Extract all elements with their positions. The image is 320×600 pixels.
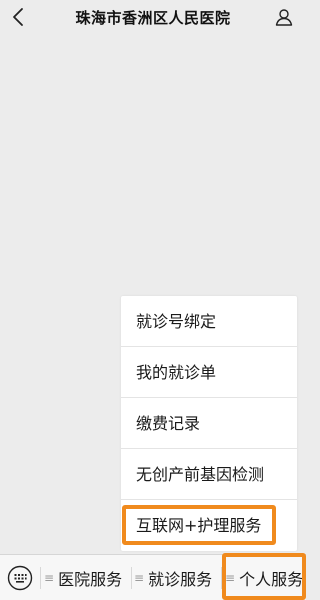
menu-item-nipt[interactable]: 无创产前基因检测	[121, 449, 297, 500]
page-title: 珠海市香洲区人民医院	[75, 9, 231, 27]
submenu-popup: 就诊号绑定 我的就诊单 缴费记录 无创产前基因检测 互联网+护理服务	[121, 296, 297, 551]
menu-lines-icon: ≡	[225, 570, 236, 585]
keyboard-icon	[7, 565, 33, 591]
divider	[131, 567, 132, 589]
tab-label: 个人服务	[239, 569, 304, 589]
menu-item-my-visit-records[interactable]: 我的就诊单	[121, 347, 297, 398]
menu-lines-icon: ≡	[44, 570, 55, 585]
tab-label: 医院服务	[58, 569, 123, 589]
menu-lines-icon: ≡	[134, 570, 145, 585]
menu-item-internet-nursing[interactable]: 互联网+护理服务	[121, 500, 297, 551]
divider	[40, 567, 41, 589]
keyboard-toggle-button[interactable]	[6, 564, 34, 592]
bottom-menu-bar: ≡ 医院服务 ≡ 就诊服务 ≡ 个人服务	[0, 554, 306, 600]
tab-hospital-services[interactable]: ≡ 医院服务	[44, 555, 122, 600]
chevron-left-icon	[13, 8, 23, 26]
divider	[221, 567, 222, 589]
user-icon	[275, 9, 293, 26]
tab-label: 就诊服务	[148, 569, 213, 589]
tab-personal-services[interactable]: ≡ 个人服务	[225, 555, 303, 600]
tab-visit-services[interactable]: ≡ 就诊服务	[134, 555, 212, 600]
profile-button[interactable]	[272, 5, 296, 29]
menu-item-payment-records[interactable]: 缴费记录	[121, 398, 297, 449]
back-button[interactable]	[6, 4, 30, 30]
menu-item-bind-visit-number[interactable]: 就诊号绑定	[121, 296, 297, 347]
top-bar: 珠海市香洲区人民医院	[0, 0, 306, 36]
